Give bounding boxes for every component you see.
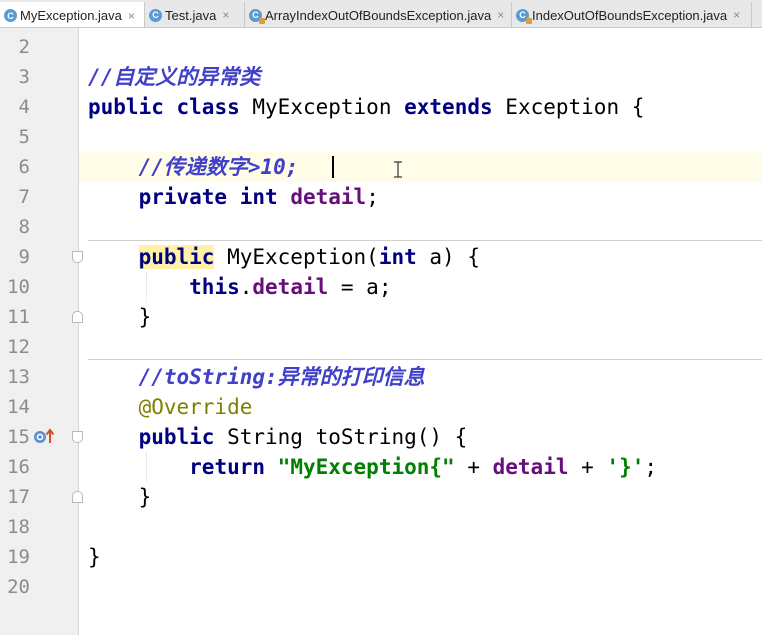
code-line-16: return "MyException{" + detail + '}'; xyxy=(88,452,657,482)
tab-myexception[interactable]: C MyException.java × xyxy=(0,2,145,27)
field: detail xyxy=(252,275,329,299)
close-icon[interactable]: × xyxy=(733,8,740,22)
ibeam-cursor-icon xyxy=(394,161,402,178)
keyword: private xyxy=(138,185,228,209)
tab-test[interactable]: C Test.java × xyxy=(145,2,245,27)
line-number: 14 xyxy=(7,396,30,418)
code-line-19: } xyxy=(88,542,101,572)
tab-label: MyException.java xyxy=(20,8,122,23)
code-text: . xyxy=(239,275,253,299)
annotation: @Override xyxy=(138,395,253,419)
line-number: 7 xyxy=(18,186,30,208)
line-number: 20 xyxy=(7,576,30,598)
keyword: int xyxy=(378,245,417,269)
line-number: 12 xyxy=(7,336,30,358)
keyword: extends xyxy=(404,95,493,119)
keyword: public xyxy=(138,245,215,269)
tab-label: IndexOutOfBoundsException.java xyxy=(532,7,728,23)
method-separator xyxy=(88,359,762,360)
line-number: 9 xyxy=(18,246,30,268)
line-number: 5 xyxy=(18,126,30,148)
code-text: ; xyxy=(366,185,379,209)
method-separator xyxy=(88,240,762,241)
code-line-11: } xyxy=(88,302,152,332)
line-number: 8 xyxy=(18,216,30,238)
fold-marker-icon[interactable] xyxy=(72,311,83,323)
library-class-icon: C xyxy=(249,8,265,24)
text-caret xyxy=(332,156,334,178)
line-number: 15 xyxy=(7,426,30,448)
fold-marker-icon[interactable] xyxy=(72,251,83,263)
code-line-3: //自定义的异常类 xyxy=(88,62,260,92)
code-text: } xyxy=(138,485,152,509)
code-line-15: public String toString() { xyxy=(88,422,468,452)
code-line-4: public class MyException extends Excepti… xyxy=(88,92,644,122)
line-number: 6 xyxy=(18,156,30,178)
code-line-7: private int detail; xyxy=(88,182,379,212)
constructor-name: MyException( xyxy=(227,245,379,269)
comment: //toString:异常的打印信息 xyxy=(138,365,425,389)
tab-label: Test.java xyxy=(165,7,217,23)
code-text: String toString() { xyxy=(227,425,468,449)
line-number: 17 xyxy=(7,486,30,508)
code-line-13: //toString:异常的打印信息 xyxy=(88,362,425,392)
fold-marker-icon[interactable] xyxy=(72,491,83,503)
field: detail xyxy=(492,455,569,479)
string-literal: "MyException{" xyxy=(277,455,455,479)
editor-tab-bar: C MyException.java × C Test.java × C Arr… xyxy=(0,0,762,28)
code-line-17: } xyxy=(88,482,152,512)
class-name: MyException xyxy=(252,95,392,119)
line-number: 2 xyxy=(18,36,30,58)
line-number: 3 xyxy=(18,66,30,88)
char-literal: '}' xyxy=(606,455,645,479)
comment: //传递数字>10; xyxy=(138,155,299,179)
line-number: 18 xyxy=(7,516,30,538)
keyword: return xyxy=(189,455,266,479)
code-line-10: this.detail = a; xyxy=(88,272,391,302)
code-text: Exception { xyxy=(505,95,645,119)
code-text: a) { xyxy=(429,245,480,269)
class-icon: C xyxy=(149,8,162,22)
close-icon[interactable]: × xyxy=(222,8,229,22)
code-text: } xyxy=(88,545,101,569)
line-number: 4 xyxy=(18,96,30,118)
fold-marker-icon[interactable] xyxy=(72,431,83,443)
field: detail xyxy=(290,185,367,209)
keyword: public xyxy=(88,95,164,119)
keyword: public xyxy=(138,425,215,449)
tab-label: ArrayIndexOutOfBoundsException.java xyxy=(265,7,492,23)
keyword: this xyxy=(189,275,240,299)
class-icon: C xyxy=(4,9,17,22)
code-line-14: @Override xyxy=(88,392,253,422)
code-line-6: //传递数字>10; xyxy=(88,152,299,182)
tab-arrayindexoutofboundsexception[interactable]: C ArrayIndexOutOfBoundsException.java × xyxy=(245,2,512,27)
comment: //自定义的异常类 xyxy=(88,65,261,89)
line-number: 16 xyxy=(7,456,30,478)
keyword: class xyxy=(176,95,240,119)
code-line-9: public MyException(int a) { xyxy=(88,242,480,272)
line-number: 19 xyxy=(7,546,30,568)
close-icon[interactable]: × xyxy=(128,9,135,23)
code-text: ; xyxy=(644,455,658,479)
code-text: = a; xyxy=(328,275,392,299)
override-method-icon[interactable] xyxy=(33,428,55,444)
line-number: 10 xyxy=(7,276,30,298)
tab-indexoutofboundsexception[interactable]: C IndexOutOfBoundsException.java × xyxy=(512,2,752,27)
close-icon[interactable]: × xyxy=(497,8,504,22)
code-text: } xyxy=(138,305,152,329)
line-number: 11 xyxy=(7,306,30,328)
code-text: + xyxy=(454,455,493,479)
line-number: 13 xyxy=(7,366,30,388)
keyword: int xyxy=(239,185,278,209)
library-class-icon: C xyxy=(516,8,532,24)
code-text: + xyxy=(568,455,607,479)
